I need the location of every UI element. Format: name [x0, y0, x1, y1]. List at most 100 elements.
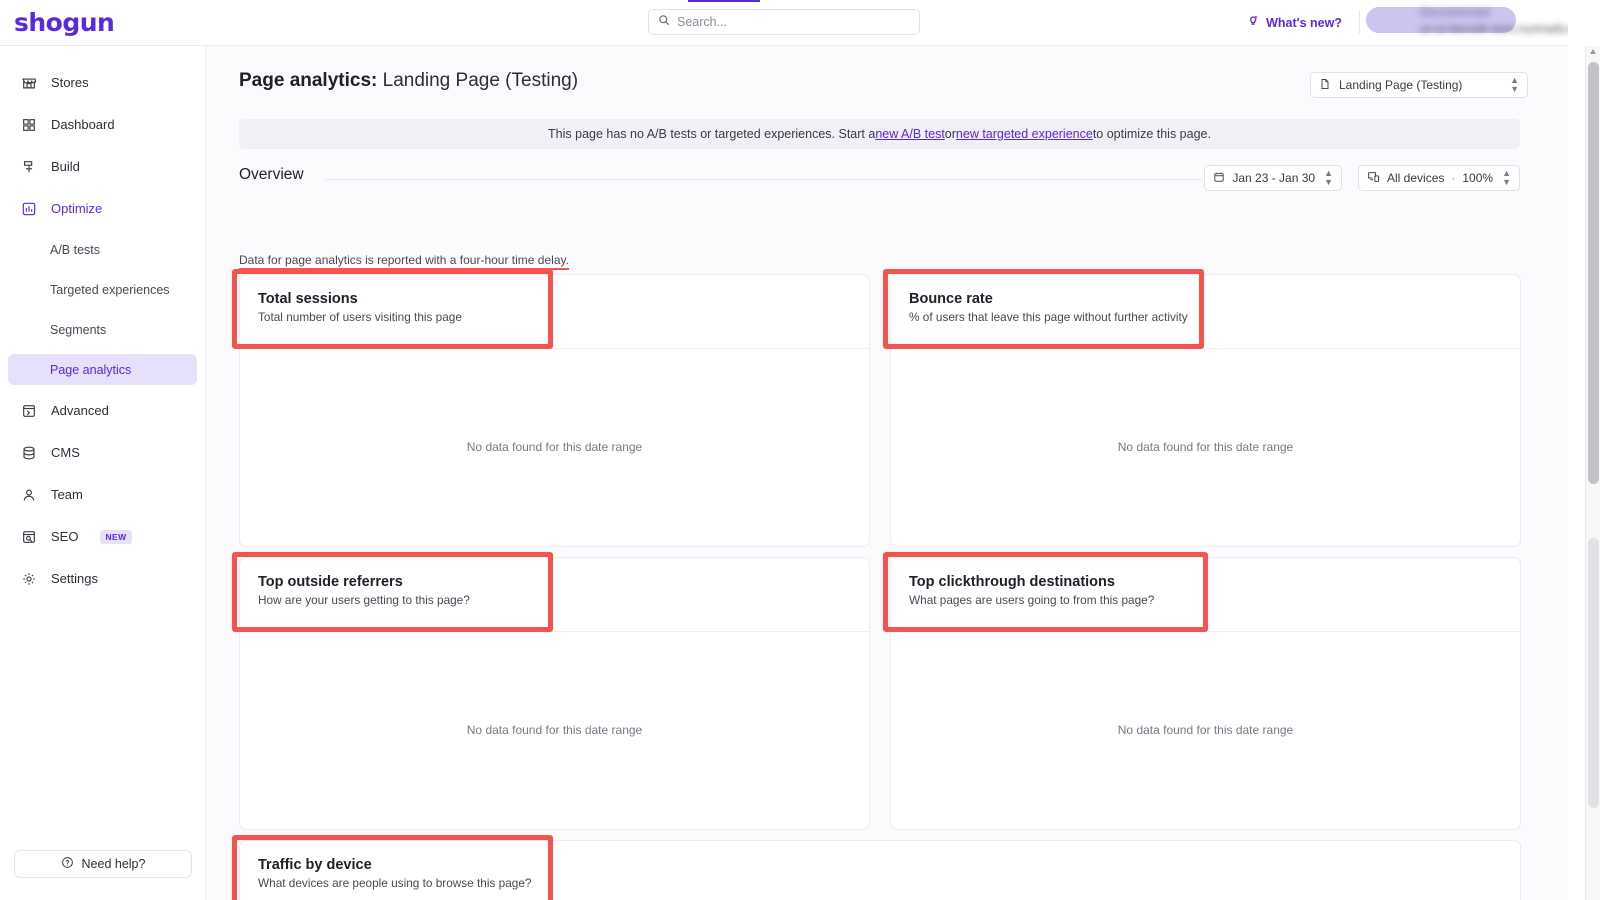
- sidebar-item-build[interactable]: Build: [8, 150, 197, 183]
- sidebar-item-label: Segments: [50, 322, 107, 337]
- top-bar: shogun What's new? Disconnected un-un-ba…: [0, 0, 1568, 46]
- empty-state-message: No data found for this date range: [466, 723, 643, 737]
- sidebar-item-dashboard[interactable]: Dashboard: [8, 108, 197, 141]
- sidebar-item-label: SEO: [51, 529, 79, 544]
- scrollbar-thumb[interactable]: [1588, 62, 1599, 484]
- device-filter-value: All devices: [1387, 171, 1445, 185]
- sidebar-item-segments[interactable]: Segments: [8, 314, 197, 345]
- seo-icon: [20, 528, 37, 545]
- card-subtitle: What pages are users going to from this …: [909, 593, 1155, 607]
- banner-text-before: This page has no A/B tests or targeted e…: [548, 127, 876, 141]
- card-subtitle: How are your users getting to this page?: [258, 593, 470, 607]
- sidebar-item-cms[interactable]: CMS: [8, 436, 197, 469]
- browser-tab-indicator: [688, 0, 760, 2]
- card-total-sessions: Total sessions Total number of users vis…: [239, 274, 870, 547]
- divider: [325, 179, 1202, 180]
- card-header: Top clickthrough destinations What pages…: [891, 558, 1520, 607]
- sidebar-item-optimize[interactable]: Optimize: [8, 192, 197, 225]
- sidebar-item-label: Build: [51, 159, 80, 174]
- overview-toolbar: Overview Jan 23 - Jan 30 ▲ ▼ All devices …: [239, 165, 1520, 192]
- whats-new-link[interactable]: What's new?: [1246, 14, 1342, 31]
- sidebar-item-settings[interactable]: Settings: [8, 562, 197, 595]
- page-selector-value: Landing Page (Testing): [1339, 78, 1463, 92]
- shogun-logo[interactable]: shogun: [14, 10, 115, 35]
- scrollbar-thumb-secondary[interactable]: [1588, 538, 1599, 808]
- page-title-name: Landing Page (Testing): [382, 70, 579, 91]
- sidebar-item-team[interactable]: Team: [8, 478, 197, 511]
- sidebar-item-label: Page analytics: [50, 362, 132, 377]
- sidebar-item-advanced[interactable]: Advanced: [8, 394, 197, 427]
- chevron-updown-icon: ▲ ▼: [1510, 75, 1519, 94]
- empty-state-message: No data found for this date range: [1117, 440, 1294, 454]
- divider: [240, 631, 869, 632]
- new-ab-test-link[interactable]: new A/B test: [875, 127, 944, 141]
- device-percent-value: 100%: [1462, 171, 1494, 185]
- calendar-icon: [1213, 171, 1225, 186]
- card-subtitle: What devices are people using to browse …: [258, 876, 532, 890]
- search-icon: [658, 13, 670, 31]
- question-mark-icon: [61, 856, 74, 872]
- need-help-button[interactable]: Need help?: [14, 850, 192, 878]
- separator-dot: ·: [1451, 171, 1456, 185]
- store-account-chip[interactable]: Disconnected un-un-barcode-store.myshopi…: [1362, 2, 1568, 38]
- store-account-text: Disconnected un-un-barcode-store.myshopi…: [1420, 5, 1568, 37]
- divider: [240, 348, 869, 349]
- main-content: Page analytics: Landing Page (Testing) L…: [206, 46, 1568, 900]
- sidebar-item-label: Advanced: [51, 403, 109, 418]
- chevron-updown-icon: ▲ ▼: [1502, 168, 1511, 187]
- sidebar-item-label: Optimize: [51, 201, 103, 216]
- divider: [891, 348, 1520, 349]
- empty-state-message: No data found for this date range: [466, 440, 643, 454]
- new-targeted-experience-link[interactable]: new targeted experience: [956, 127, 1093, 141]
- store-status: Disconnected: [1420, 7, 1490, 19]
- global-search[interactable]: [648, 9, 920, 35]
- card-traffic-by-device: Traffic by device What devices are peopl…: [239, 840, 1521, 900]
- page-title-prefix: Page analytics:: [239, 70, 378, 91]
- card-subtitle: % of users that leave this page without …: [909, 310, 1188, 324]
- banner-text-after: to optimize this page.: [1092, 127, 1211, 141]
- page-title: Page analytics: Landing Page (Testing): [239, 70, 578, 92]
- store-domain: un-un-barcode-store.myshopify.com: [1420, 22, 1568, 35]
- empty-state-message: No data found for this date range: [1117, 723, 1294, 737]
- sidebar: Stores Dashboard Build Optimize A/B test…: [0, 46, 206, 900]
- settings-icon: [20, 570, 37, 587]
- sidebar-item-targeted-experiences[interactable]: Targeted experiences: [8, 274, 197, 305]
- ab-test-banner: This page has no A/B tests or targeted e…: [239, 119, 1520, 149]
- chevron-updown-icon: ▲ ▼: [1324, 168, 1333, 187]
- card-header: Bounce rate % of users that leave this p…: [891, 275, 1520, 324]
- sidebar-item-page-analytics[interactable]: Page analytics: [8, 354, 197, 385]
- sidebar-item-label: CMS: [51, 445, 80, 460]
- date-range-picker[interactable]: Jan 23 - Jan 30 ▲ ▼: [1204, 165, 1342, 191]
- lightbulb-icon: [1246, 14, 1260, 31]
- card-title: Top outside referrers: [258, 574, 403, 590]
- document-icon: [1319, 78, 1331, 93]
- team-icon: [20, 486, 37, 503]
- sidebar-item-stores[interactable]: Stores: [8, 66, 197, 99]
- sidebar-item-ab-tests[interactable]: A/B tests: [8, 234, 197, 265]
- sidebar-item-label: Dashboard: [51, 117, 115, 132]
- sidebar-nav: Stores Dashboard Build Optimize A/B test…: [0, 46, 205, 595]
- build-icon: [20, 158, 37, 175]
- topbar-divider: [1359, 10, 1360, 34]
- optimize-icon: [20, 200, 37, 217]
- store-icon: [20, 74, 37, 91]
- sidebar-item-seo[interactable]: SEO NEW: [8, 520, 197, 553]
- device-filter-dropdown[interactable]: All devices · 100% ▲ ▼: [1358, 165, 1520, 191]
- sidebar-item-label: Team: [51, 487, 83, 502]
- date-range-value: Jan 23 - Jan 30: [1232, 171, 1316, 185]
- card-title: Top clickthrough destinations: [909, 574, 1115, 590]
- devices-icon: [1367, 170, 1380, 186]
- data-delay-note: Data for page analytics is reported with…: [239, 253, 569, 270]
- search-input[interactable]: [677, 15, 910, 29]
- need-help-label: Need help?: [81, 857, 146, 871]
- card-title: Bounce rate: [909, 291, 993, 307]
- scroll-up-arrow-icon[interactable]: [1590, 49, 1596, 54]
- sidebar-item-label: A/B tests: [50, 242, 101, 257]
- page-selector-dropdown[interactable]: Landing Page (Testing) ▲ ▼: [1310, 72, 1528, 98]
- card-header: Top outside referrers How are your users…: [240, 558, 869, 607]
- cms-icon: [20, 444, 37, 461]
- status-badge: NEW: [100, 529, 132, 544]
- banner-text-mid: or: [944, 127, 956, 141]
- dashboard-icon: [20, 116, 37, 133]
- vertical-scrollbar[interactable]: [1585, 46, 1600, 900]
